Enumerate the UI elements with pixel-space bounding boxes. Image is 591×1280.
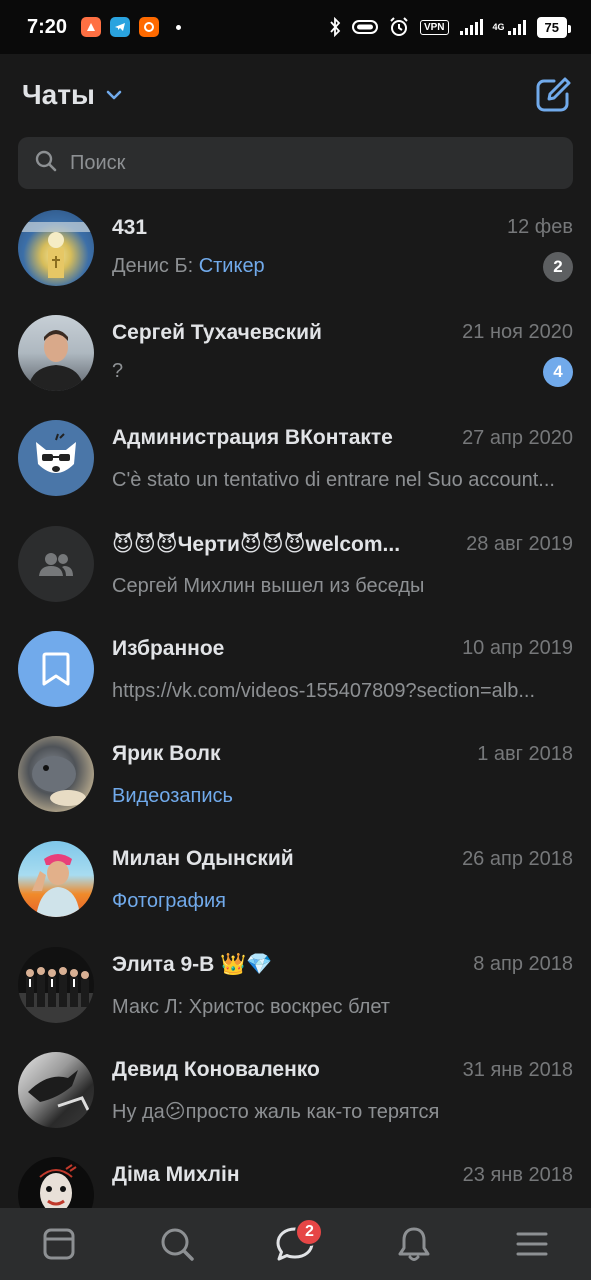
chat-date: 23 янв 2018 [462,1163,573,1186]
battery-saver-icon [351,20,378,34]
notification-app-icon [81,17,102,37]
group-chat-icon [39,552,73,576]
chat-item[interactable]: Администрация ВКонтакте 27 апр 2020 C'è … [0,406,591,511]
avatar [18,314,94,391]
chat-date: 21 ноя 2020 [462,321,573,344]
chat-last-message: Сергей Михлин вышел из беседы [112,574,425,597]
news-icon [43,1228,75,1260]
chat-list: 431 12 фев Денис Б: Стикер 2 Сергей Туха… [0,195,591,1208]
telegram-icon [110,17,131,37]
chat-item[interactable]: Элита 9-В 👑💎 8 апр 2018 Макс Л: Христос … [0,932,591,1037]
tab-search[interactable] [147,1214,207,1274]
notification-app-icon [139,17,160,37]
bell-icon [398,1227,430,1261]
status-time: 7:20 [27,15,68,38]
status-bar: 7:20 VPN 4G 75 [0,0,591,54]
compose-icon[interactable] [533,75,573,115]
chat-name: Діма Михлін [112,1163,240,1187]
page-title[interactable]: Чаты [22,79,95,111]
tab-news[interactable] [29,1214,89,1274]
chat-last-message: Денис Б: Стикер [112,255,265,278]
chat-date: 26 апр 2018 [462,847,573,870]
more-notifications-dot [176,24,182,30]
bookmark-icon [42,652,70,686]
avatar [18,1157,94,1208]
search-input[interactable]: Поиск [18,137,573,189]
chat-date: 1 авг 2018 [477,742,573,765]
chevron-down-icon[interactable] [105,88,123,106]
vpn-indicator: VPN [419,19,449,35]
chat-item[interactable]: Діма Михлін 23 янв 2018 [0,1143,591,1208]
chat-name: Элита 9-В 👑💎 [112,952,273,976]
unread-badge: 4 [543,356,573,387]
vk-dog-icon [36,433,76,474]
tab-messages[interactable]: 2 [265,1214,325,1274]
chat-name: Сергей Тухачевский [112,320,322,344]
chat-item[interactable]: Сергей Тухачевский 21 ноя 2020 ? 4 [0,300,591,405]
unread-badge: 2 [543,251,573,282]
chat-last-message: Фотография [112,890,226,913]
chat-item[interactable]: 431 12 фев Денис Б: Стикер 2 [0,195,591,300]
chat-item[interactable]: Милан Одынский 26 апр 2018 Фотография [0,827,591,932]
avatar [18,946,94,1023]
chat-last-message: Ну да😕просто жаль как-то терятся [112,1101,440,1124]
search-icon [161,1228,195,1261]
bluetooth-icon [330,17,341,37]
chat-last-message: C'è stato un tentativo di entrare nel Su… [112,469,555,492]
chat-date: 10 апр 2019 [462,637,573,660]
avatar [18,841,94,918]
chat-name: 😈😈😈Черти😈😈😈welcom... [112,532,401,556]
avatar [18,420,94,497]
chat-last-message: ? [112,360,124,383]
chat-name: Ярик Волк [112,742,221,766]
chat-item[interactable]: Ярик Волк 1 авг 2018 Видеозапись [0,721,591,826]
avatar [18,525,94,602]
chat-date: 8 апр 2018 [473,953,573,976]
chat-name: Администрация ВКонтакте [112,426,393,450]
chat-item[interactable]: 😈😈😈Черти😈😈😈welcom... 28 авг 2019 Сергей … [0,511,591,616]
chat-item[interactable]: Девид Коноваленко 31 янв 2018 Ну да😕прос… [0,1037,591,1142]
chats-header: Чаты [0,54,591,136]
chat-name: Девид Коноваленко [112,1058,320,1082]
chat-last-message: https://vk.com/videos-155407809?section=… [112,679,536,702]
menu-icon [516,1232,548,1256]
tab-menu[interactable] [502,1214,562,1274]
chat-date: 28 авг 2019 [466,532,573,555]
search-icon [34,149,58,178]
chat-date: 27 апр 2020 [462,426,573,449]
avatar [18,209,94,286]
alarm-icon [390,17,408,36]
chat-name: Милан Одынский [112,847,294,871]
search-placeholder: Поиск [70,151,126,174]
battery-indicator: 75 [536,16,572,38]
chat-last-message: Макс Л: Христос воскрес блет [112,995,390,1018]
avatar [18,736,94,813]
chat-name: Избранное [112,636,225,660]
chat-last-message: Видеозапись [112,785,233,808]
signal-icon [459,19,483,35]
messages-badge: 2 [295,1218,324,1246]
bottom-tab-bar: 2 [0,1208,591,1280]
tab-notifications[interactable] [384,1214,444,1274]
chat-item[interactable]: Избранное 10 апр 2019 https://vk.com/vid… [0,616,591,721]
chat-name: 431 [112,215,148,239]
avatar [18,1052,94,1129]
chat-date: 12 фев [506,216,573,239]
avatar [18,630,94,707]
chat-date: 31 янв 2018 [462,1058,573,1081]
network-4g-signal-icon: 4G [493,18,527,36]
